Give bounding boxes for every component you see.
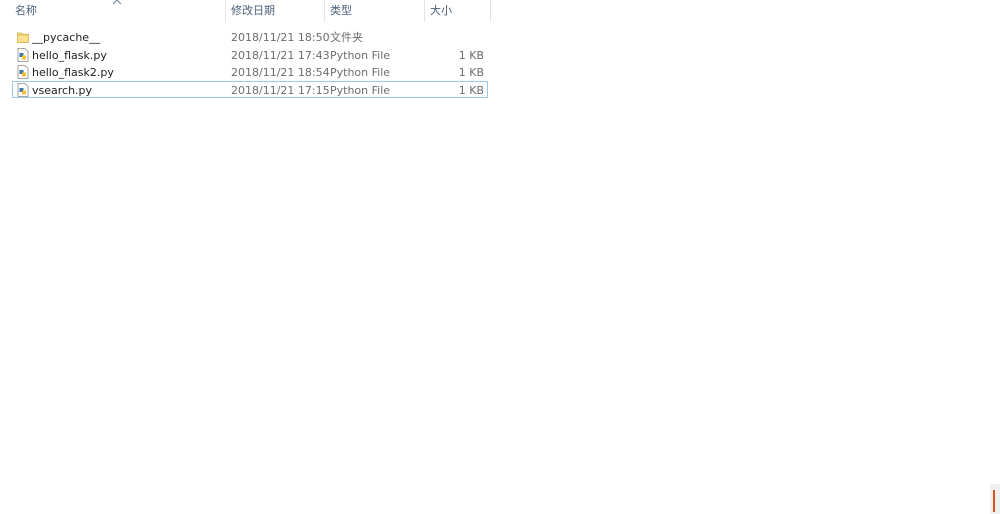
- scrollbar-thumb[interactable]: [990, 484, 1000, 514]
- file-list: __pycache__ 2018/11/21 18:50 文件夹 hello_f…: [12, 28, 488, 98]
- column-header: 名称 修改日期 类型 大小: [0, 0, 492, 24]
- column-header-size[interactable]: 大小: [430, 0, 452, 22]
- chevron-up-icon: [112, 0, 122, 5]
- file-name: __pycache__: [32, 31, 101, 44]
- file-date: 2018/11/21 17:15: [231, 83, 330, 97]
- file-type: Python File: [330, 83, 391, 97]
- file-size: 1 KB: [458, 66, 484, 79]
- file-name: hello_flask.py: [32, 48, 107, 62]
- file-date: 2018/11/21 18:54: [231, 66, 330, 79]
- file-row[interactable]: hello_flask.py 2018/11/21 17:43 Python F…: [12, 46, 488, 64]
- column-header-name[interactable]: 名称: [15, 0, 37, 22]
- file-explorer-view: 名称 修改日期 类型 大小 __pycache__ 2018/11/21 18:…: [0, 0, 1000, 514]
- column-header-date[interactable]: 修改日期: [231, 0, 275, 22]
- folder-icon: [17, 32, 29, 43]
- file-name: hello_flask2.py: [32, 66, 114, 79]
- python-file-icon: [17, 65, 29, 79]
- file-type: 文件夹: [330, 31, 363, 44]
- file-size: 1 KB: [458, 48, 484, 62]
- file-type: Python File: [330, 48, 391, 62]
- file-row[interactable]: hello_flask2.py 2018/11/21 18:54 Python …: [12, 63, 488, 81]
- file-row[interactable]: __pycache__ 2018/11/21 18:50 文件夹: [12, 28, 488, 46]
- python-file-icon: [17, 47, 29, 62]
- file-name: vsearch.py: [32, 83, 93, 97]
- column-divider[interactable]: [490, 0, 491, 22]
- file-date: 2018/11/21 18:50: [231, 31, 330, 44]
- column-divider[interactable]: [225, 0, 226, 22]
- column-header-type[interactable]: 类型: [330, 0, 352, 22]
- column-divider[interactable]: [324, 0, 325, 22]
- python-file-icon: [17, 82, 29, 97]
- file-size: 1 KB: [458, 83, 484, 97]
- file-date: 2018/11/21 17:43: [231, 48, 330, 62]
- column-divider[interactable]: [424, 0, 425, 22]
- file-type: Python File: [330, 66, 391, 79]
- file-row-focused[interactable]: vsearch.py 2018/11/21 17:15 Python File …: [12, 80, 488, 98]
